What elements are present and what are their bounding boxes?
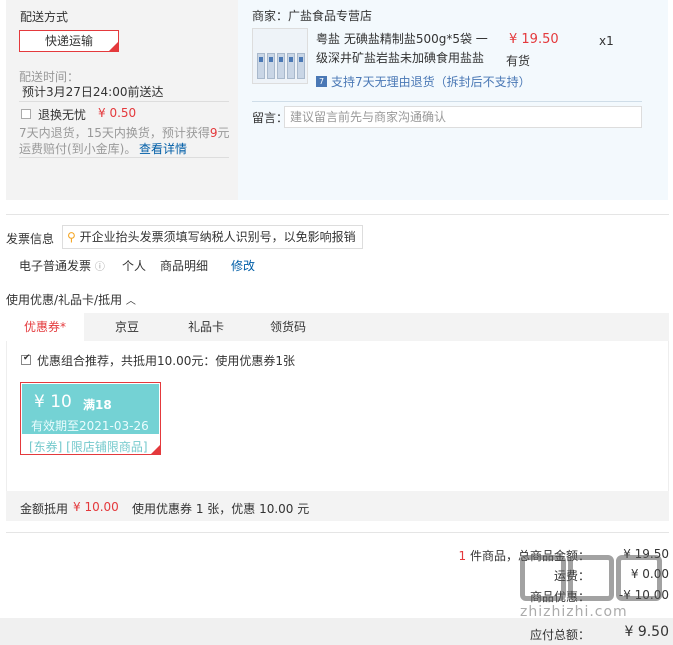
- location-pin-icon: ⚲: [67, 230, 76, 244]
- return-policy-icon: 7: [316, 76, 327, 87]
- return-service-label: 退换无忧: [38, 108, 87, 122]
- coupon-card[interactable]: ¥ 10 满18 有效期至2021-03-26 [东券] [限店铺限商品]: [20, 382, 161, 455]
- invoice-edit-link[interactable]: 修改: [231, 257, 255, 274]
- stock-status: 有货: [506, 54, 531, 68]
- coupon-scope: [东券] [限店铺限商品]: [29, 440, 148, 454]
- info-icon: ⓘ: [94, 262, 105, 273]
- coupon-validity: 有效期至2021-03-26: [31, 419, 149, 433]
- discount-section-toggle[interactable]: 使用优惠/礼品卡/抵用 ︿: [6, 291, 136, 308]
- store-name: 商家：广盐食品专营店: [252, 9, 373, 23]
- coupon-amount: ¥ 10: [34, 392, 72, 412]
- return-service-desc-2: 运费赔付(到小金库)。: [19, 142, 137, 156]
- selected-corner-icon: [109, 42, 118, 51]
- payable-label: 应付总额：: [529, 628, 590, 642]
- divider: [19, 157, 229, 158]
- return-service-price: ¥ 0.50: [98, 106, 137, 120]
- payable-amount: ¥ 9.50: [624, 624, 669, 640]
- chevron-up-icon: ︿: [125, 296, 136, 307]
- combo-checkbox[interactable]: ✔: [21, 353, 31, 365]
- invoice-title: 发票信息: [6, 232, 55, 246]
- watermark-url: zhizhizhi.com: [520, 604, 628, 620]
- tab-redeem-code[interactable]: 领货码: [248, 313, 328, 341]
- section-divider: [6, 214, 669, 215]
- coupon-face: ¥ 10 满18 有效期至2021-03-26: [22, 384, 159, 434]
- discount-tabs: 优惠券* 京豆 礼品卡 领货码: [6, 313, 669, 341]
- product-quantity: x1: [599, 34, 614, 48]
- selected-corner-icon: [151, 445, 160, 454]
- deduction-amount: ¥ 10.00: [73, 500, 119, 514]
- tab-coupon[interactable]: 优惠券*: [6, 313, 84, 341]
- tab-gift-card[interactable]: 礼品卡: [166, 313, 246, 341]
- shipping-title: 配送方式: [20, 10, 69, 24]
- return-service-desc: 7天内退货，15天内换货，预计获得9元: [19, 126, 230, 140]
- invoice-target: 个人: [122, 259, 147, 273]
- return-policy-tag: 支持7天无理由退货（拆封后不支持）: [331, 75, 531, 89]
- divider: [19, 101, 229, 102]
- deduction-desc: 使用优惠券 1 张，优惠 10.00 元: [132, 502, 310, 516]
- invoice-type: 电子普通发票 ⓘ: [19, 259, 105, 273]
- message-input[interactable]: 建议留言前先与商家沟通确认: [284, 106, 642, 128]
- divider: [252, 101, 642, 102]
- product-title[interactable]: 粤盐 无碘盐精制盐500g*5袋 一 级深井矿盐岩盐未加碘食用盐盐: [316, 30, 488, 68]
- invoice-detail: 商品明细: [160, 259, 209, 273]
- invoice-tip: ⚲ 开企业抬头发票须填写纳税人识别号，以免影响报销: [62, 225, 363, 249]
- combo-recommendation: 优惠组合推荐，共抵用10.00元：使用优惠券1张: [37, 354, 295, 368]
- express-shipping-option[interactable]: 快递运输: [19, 30, 119, 52]
- section-divider: [6, 532, 669, 533]
- express-label: 快递运输: [44, 34, 93, 48]
- deduction-label: 金额抵用: [20, 502, 69, 516]
- return-service-checkbox[interactable]: [21, 109, 31, 119]
- watermark-logo: [520, 555, 664, 604]
- delivery-time-value: 预计3月27日24:00前送达: [22, 85, 164, 99]
- tab-jingdou[interactable]: 京豆: [90, 313, 164, 341]
- product-thumbnail[interactable]: [252, 28, 308, 84]
- message-label: 留言：: [252, 111, 289, 125]
- return-details-link[interactable]: 查看详情: [139, 140, 187, 157]
- product-price: ¥ 19.50: [509, 32, 559, 47]
- coupon-condition: 满18: [83, 398, 112, 412]
